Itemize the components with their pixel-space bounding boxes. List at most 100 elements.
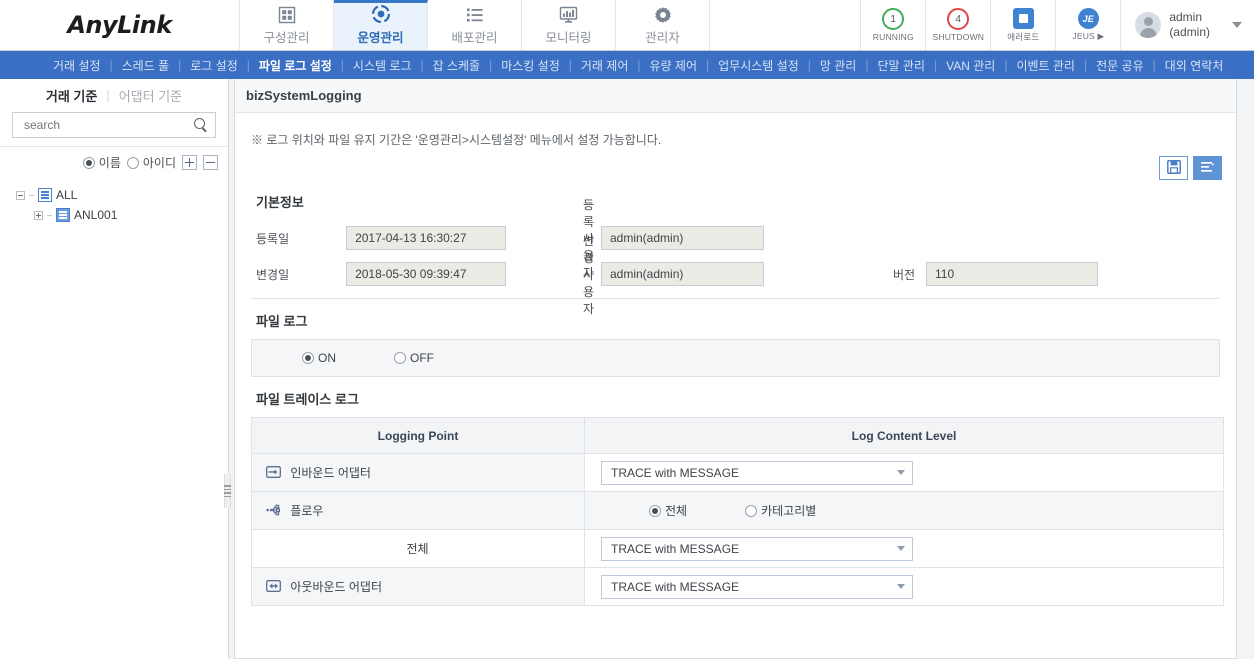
field-label: 등록일 xyxy=(256,230,346,247)
row-point-label: 전체 xyxy=(406,542,428,556)
sidebar-tab-transaction[interactable]: 거래 기준 xyxy=(46,86,97,105)
tree-expander-icon[interactable] xyxy=(16,191,25,200)
main-tab-configuration[interactable]: 구성관리 xyxy=(240,0,334,50)
main-content-area: bizSystemLogging ※ 로그 위치와 파일 유지 기간은 '운영관… xyxy=(229,79,1254,659)
brand-text: AnyLink xyxy=(67,11,171,39)
log-level-select-flow-all[interactable]: TRACE with MESSAGE xyxy=(601,537,913,561)
filter-option-name[interactable]: 이름 xyxy=(83,154,121,171)
subnav-item-15[interactable]: 대외 연락처 xyxy=(1156,57,1233,74)
main-tab-bar: 구성관리 운영관리 배포관리 모니터링 관리자 xyxy=(240,0,710,50)
radio-id-icon[interactable] xyxy=(127,157,139,169)
sidebar-tab-bar: 거래 기준 | 어댑터 기준 xyxy=(0,79,228,112)
main-tab-monitoring[interactable]: 모니터링 xyxy=(522,0,616,50)
main-tab-admin[interactable]: 관리자 xyxy=(616,0,710,50)
left-sidebar: 거래 기준 | 어댑터 기준 이름 아이디 xyxy=(0,79,229,659)
field-modified-user: 변경 사용자 admin(admin) xyxy=(506,256,836,292)
subnav-item-10[interactable]: 망 관리 xyxy=(811,57,865,74)
status-label: JEUS ▶ xyxy=(1072,31,1104,42)
radio-all-icon[interactable] xyxy=(649,505,661,517)
subnav-item-8[interactable]: 유량 제어 xyxy=(641,57,707,74)
main-tab-operation[interactable]: 운영관리 xyxy=(334,0,428,50)
flow-scope-radio-group: 전체 카테고리별 xyxy=(601,502,1222,519)
trace-log-table: Logging Point Log Content Level 인바운드 어댑터 xyxy=(251,417,1224,606)
expand-all-button[interactable] xyxy=(182,155,197,170)
status-running[interactable]: 1 RUNNING xyxy=(860,0,925,50)
subnav-item-13[interactable]: 이벤트 관리 xyxy=(1007,57,1084,74)
search-input[interactable] xyxy=(22,117,194,133)
subnav-item-9[interactable]: 업무시스템 설정 xyxy=(709,57,808,74)
chevron-down-icon[interactable] xyxy=(897,470,905,475)
file-log-option-label: OFF xyxy=(410,351,434,365)
field-registered-date: 등록일 2017-04-13 16:30:27 xyxy=(256,220,506,256)
inbound-adapter-icon xyxy=(266,466,281,478)
section-title-trace-log: 파일 트레이스 로그 xyxy=(256,389,1222,408)
status-errorlog[interactable]: 에러로드 xyxy=(990,0,1055,50)
row-point-label: 아웃바운드 어댑터 xyxy=(290,580,382,594)
tree-expander-icon[interactable] xyxy=(34,211,43,220)
field-label: 변경 사용자 xyxy=(506,232,601,317)
radio-name-icon[interactable] xyxy=(83,157,95,169)
status-jeus[interactable]: JE JEUS ▶ xyxy=(1055,0,1120,50)
table-row: 전체 TRACE with MESSAGE xyxy=(252,530,1224,568)
subnav-item-11[interactable]: 단말 관리 xyxy=(868,57,934,74)
subnav-item-3[interactable]: 파일 로그 설정 xyxy=(250,57,341,74)
log-level-select-outbound[interactable]: TRACE with MESSAGE xyxy=(601,575,913,599)
sidebar-tree: ALL ANL001 xyxy=(0,177,228,225)
subnav-item-5[interactable]: 잡 스케줄 xyxy=(424,57,490,74)
radio-category-icon[interactable] xyxy=(745,505,757,517)
tree-connector xyxy=(47,215,52,216)
chevron-down-icon[interactable] xyxy=(897,584,905,589)
row-point-flow-all: 전체 xyxy=(252,530,585,568)
field-version-placeholder xyxy=(836,220,1166,256)
sidebar-tab-adapter[interactable]: 어댑터 기준 xyxy=(119,86,182,105)
main-tab-deploy[interactable]: 배포관리 xyxy=(428,0,522,50)
flow-scope-option-category[interactable]: 카테고리별 xyxy=(745,502,816,519)
main-tab-label: 운영관리 xyxy=(357,27,403,46)
subnav-item-6[interactable]: 마스킹 설정 xyxy=(492,57,569,74)
tree-node-all[interactable]: ALL xyxy=(16,185,228,205)
chevron-down-icon[interactable] xyxy=(897,546,905,551)
chevron-down-icon[interactable] xyxy=(1232,22,1242,28)
collapse-all-button[interactable] xyxy=(203,155,218,170)
flow-scope-option-all[interactable]: 전체 xyxy=(649,502,687,519)
search-box[interactable] xyxy=(12,112,216,138)
row-point-outbound: 아웃바운드 어댑터 xyxy=(252,568,585,606)
save-button[interactable] xyxy=(1159,156,1188,180)
subnav-item-1[interactable]: 스레드 풀 xyxy=(113,57,179,74)
table-row: 아웃바운드 어댑터 TRACE with MESSAGE xyxy=(252,568,1224,606)
table-header-row: Logging Point Log Content Level xyxy=(252,418,1224,454)
row-level-inbound: TRACE with MESSAGE xyxy=(585,454,1224,492)
panel-body: ※ 로그 위치와 파일 유지 기간은 '운영관리>시스템설정' 메뉴에서 설정 … xyxy=(235,113,1236,606)
subnav-item-2[interactable]: 로그 설정 xyxy=(181,57,247,74)
running-circle-icon: 1 xyxy=(882,8,904,30)
radio-off-icon[interactable] xyxy=(394,352,406,364)
file-log-option-on[interactable]: ON xyxy=(302,351,336,365)
modified-user-value: admin(admin) xyxy=(601,262,764,286)
log-level-value: TRACE with MESSAGE xyxy=(611,542,739,556)
list-node-filled-icon xyxy=(56,208,70,222)
subnav-item-4[interactable]: 시스템 로그 xyxy=(344,57,421,74)
errorlog-book-icon xyxy=(1013,8,1034,29)
subnav-item-7[interactable]: 거래 제어 xyxy=(572,57,638,74)
search-icon[interactable] xyxy=(194,118,209,133)
status-label: 에러로드 xyxy=(1007,31,1039,43)
row-level-outbound: TRACE with MESSAGE xyxy=(585,568,1224,606)
list-button[interactable] xyxy=(1193,156,1222,180)
flow-scope-label: 전체 xyxy=(665,502,687,519)
user-menu[interactable]: admin (admin) xyxy=(1120,0,1254,50)
subnav-item-14[interactable]: 전문 공유 xyxy=(1087,57,1153,74)
brand-logo[interactable]: AnyLink xyxy=(0,0,240,50)
log-level-select-inbound[interactable]: TRACE with MESSAGE xyxy=(601,461,913,485)
status-label: RUNNING xyxy=(873,32,914,42)
file-log-option-off[interactable]: OFF xyxy=(394,351,434,365)
filter-option-id[interactable]: 아이디 xyxy=(127,154,176,171)
user-name: admin xyxy=(1169,10,1210,25)
row-level-flow: 전체 카테고리별 xyxy=(585,492,1224,530)
main-tab-label: 구성관리 xyxy=(263,27,309,46)
subnav-item-0[interactable]: 거래 설정 xyxy=(44,57,110,74)
radio-on-icon[interactable] xyxy=(302,352,314,364)
status-shutdown[interactable]: 4 SHUTDOWN xyxy=(925,0,990,50)
sidebar-resize-handle[interactable] xyxy=(224,474,231,508)
subnav-item-12[interactable]: VAN 관리 xyxy=(937,57,1004,74)
tree-node-anl001[interactable]: ANL001 xyxy=(16,205,228,225)
